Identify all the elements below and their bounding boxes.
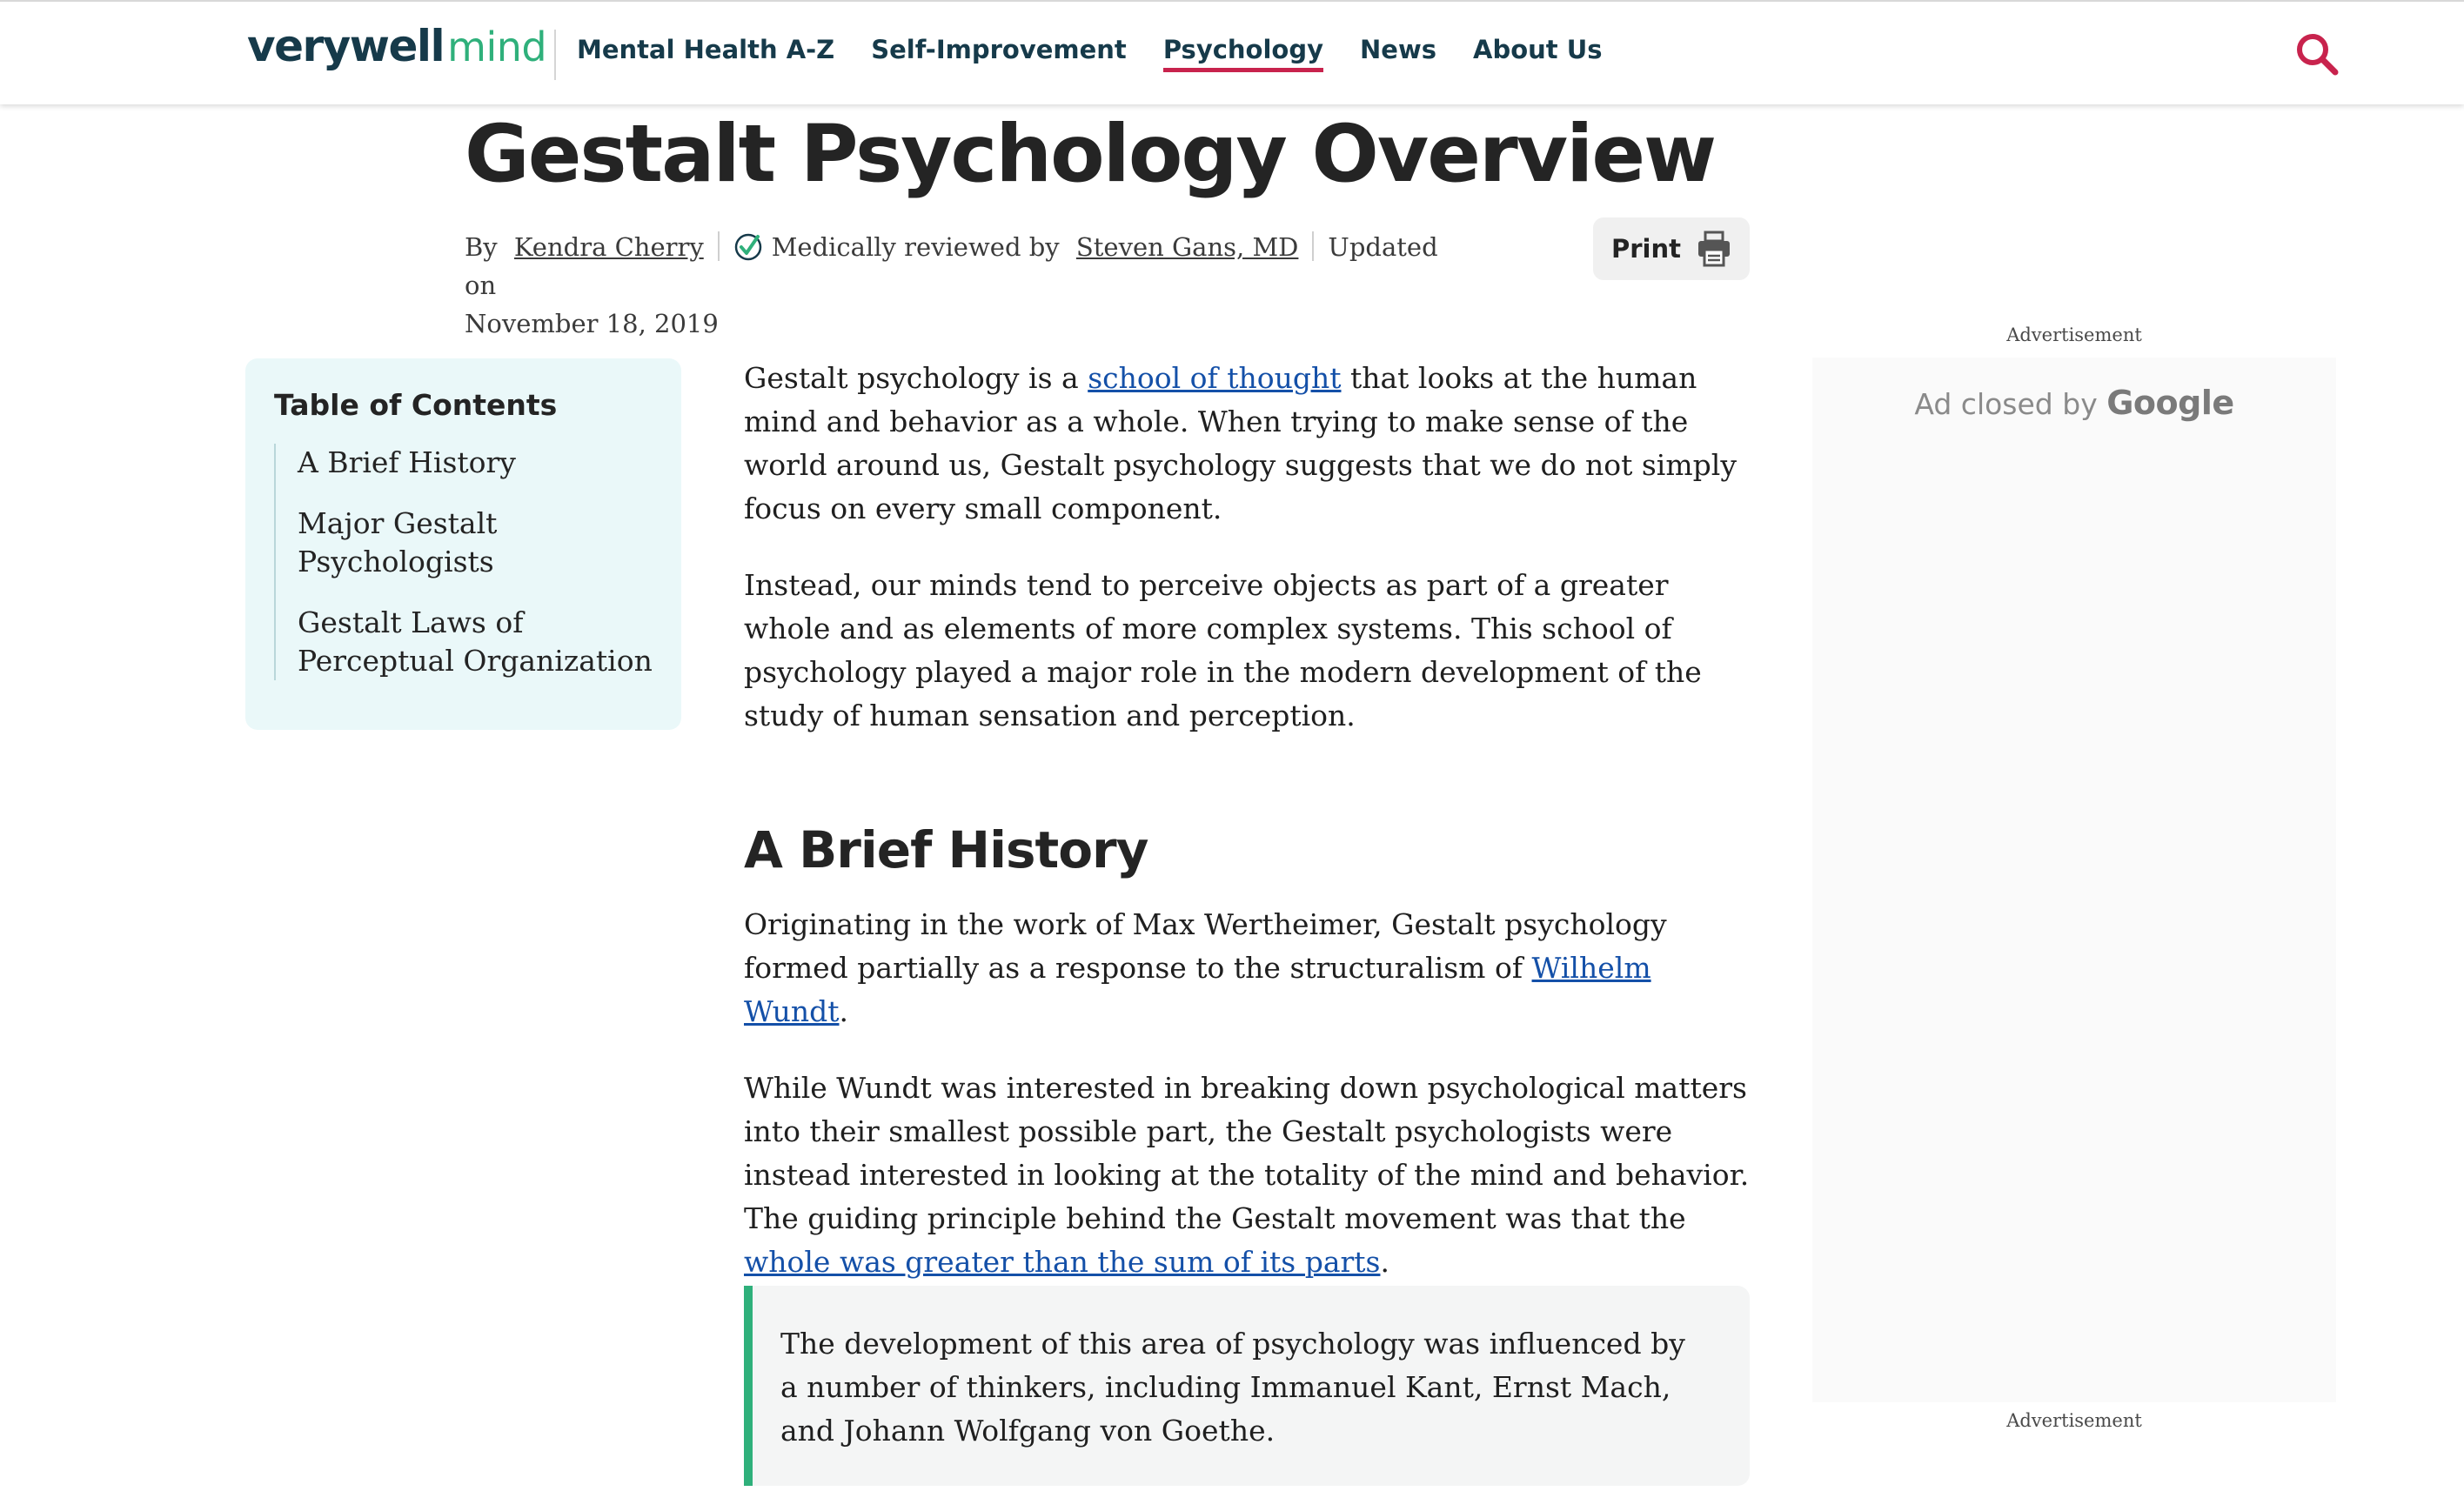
reviewed-prefix: Medically reviewed by xyxy=(771,232,1060,262)
ad-label-bottom: Advertisement xyxy=(2006,1410,2142,1431)
table-of-contents: Table of Contents A Brief History Major … xyxy=(245,358,681,730)
main-nav: Mental Health A-Z Self-Improvement Psych… xyxy=(577,35,1639,72)
print-button[interactable]: Print xyxy=(1593,217,1750,280)
toc-item-gestalt-laws[interactable]: Gestalt Laws of Perceptual Organization xyxy=(298,604,657,680)
printer-icon xyxy=(1698,231,1730,267)
byline-divider xyxy=(1312,231,1315,261)
nav-item-news[interactable]: News xyxy=(1360,35,1436,72)
intro-paragraph-1: Gestalt psychology is a school of though… xyxy=(744,357,1753,531)
section-heading-brief-history: A Brief History xyxy=(744,820,1148,879)
logo-divider xyxy=(554,30,556,80)
history-p2-text-after: . xyxy=(1380,1245,1389,1279)
site-header: verywell mind Mental Health A-Z Self-Imp… xyxy=(0,0,2464,104)
page-title: Gestalt Psychology Overview xyxy=(465,109,1717,200)
history-p1-text-before: Originating in the work of Max Wertheime… xyxy=(744,907,1667,985)
ad-slot: Ad closed by Google xyxy=(1812,358,2336,1402)
checkmark-icon xyxy=(734,233,761,261)
callout-text: The development of this area of psycholo… xyxy=(780,1327,1685,1448)
history-paragraph-1: Originating in the work of Max Wertheime… xyxy=(744,903,1753,1033)
nav-item-self-improvement[interactable]: Self-Improvement xyxy=(871,35,1127,72)
history-p2-text-before: While Wundt was interested in breaking d… xyxy=(744,1071,1750,1235)
logo-wordmark-primary: verywell xyxy=(247,21,445,71)
history-paragraph-2: While Wundt was interested in breaking d… xyxy=(744,1067,1753,1284)
search-icon xyxy=(2297,34,2339,76)
toc-item-brief-history[interactable]: A Brief History xyxy=(298,444,657,482)
byline-by: By xyxy=(465,232,498,262)
google-logo: Google xyxy=(2106,384,2234,422)
byline: By Kendra Cherry Medically reviewed by S… xyxy=(465,228,1474,343)
nav-item-mental-health[interactable]: Mental Health A-Z xyxy=(577,35,834,72)
school-of-thought-link[interactable]: school of thought xyxy=(1088,361,1341,395)
reviewer-link[interactable]: Steven Gans, MD xyxy=(1076,232,1299,262)
ad-closed-notice: Ad closed by Google xyxy=(1812,384,2336,422)
toc-item-major-psychologists[interactable]: Major Gestalt Psychologists xyxy=(298,505,657,581)
toc-list: A Brief History Major Gestalt Psychologi… xyxy=(274,444,657,680)
updated-date: November 18, 2019 xyxy=(465,309,719,338)
search-button[interactable] xyxy=(2294,31,2340,77)
nav-item-about-us[interactable]: About Us xyxy=(1473,35,1603,72)
site-logo[interactable]: verywell mind xyxy=(247,21,547,82)
toc-title: Table of Contents xyxy=(274,388,558,422)
print-label: Print xyxy=(1610,234,1681,264)
ad-closed-text: Ad closed by xyxy=(1914,387,2098,421)
article-body: Gestalt psychology is a school of though… xyxy=(744,357,1753,1284)
ad-label-top: Advertisement xyxy=(2006,324,2142,345)
callout-box: The development of this area of psycholo… xyxy=(744,1286,1750,1486)
author-link[interactable]: Kendra Cherry xyxy=(514,232,704,262)
byline-divider xyxy=(717,231,720,261)
logo-wordmark-secondary: mind xyxy=(447,23,547,70)
nav-item-psychology[interactable]: Psychology xyxy=(1162,35,1324,72)
intro-p1-text-before: Gestalt psychology is a xyxy=(744,361,1088,395)
history-p1-text-after: . xyxy=(839,994,848,1028)
whole-greater-link[interactable]: whole was greater than the sum of its pa… xyxy=(744,1245,1380,1279)
intro-paragraph-2: Instead, our minds tend to perceive obje… xyxy=(744,568,1702,732)
